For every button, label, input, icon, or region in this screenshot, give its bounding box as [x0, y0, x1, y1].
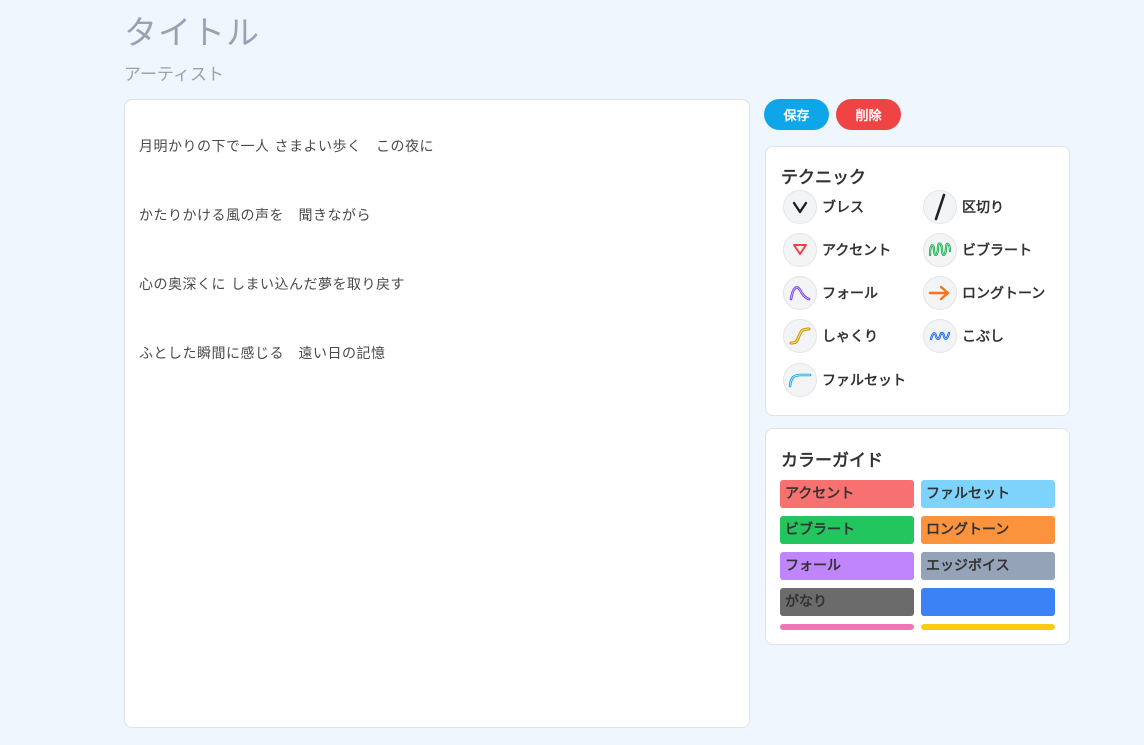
technique-label: ファルセット: [822, 373, 906, 389]
color-swatch: エッジボイス: [921, 552, 1055, 580]
falsetto-icon: [783, 363, 817, 397]
lyric-line[interactable]: かたりかける風の声を 聞きながら: [139, 205, 371, 225]
lyrics-editor[interactable]: 月明かりの下で一人 さまよい歩く この夜に かたりかける風の声を 聞きながら 心…: [124, 99, 750, 728]
technique-falsetto[interactable]: ファルセット: [783, 362, 906, 398]
technique-accent[interactable]: アクセント: [783, 232, 891, 268]
technique-label: ビブラート: [962, 243, 1032, 259]
technique-panel-title: テクニック: [781, 168, 866, 188]
save-button[interactable]: 保存: [764, 99, 829, 130]
color-swatch: ファルセット: [921, 480, 1055, 508]
kobushi-icon: [923, 319, 957, 353]
lyric-line[interactable]: 月明かりの下で一人 さまよい歩く この夜に: [139, 136, 434, 156]
technique-shakuri[interactable]: しゃくり: [783, 318, 878, 354]
color-guide-panel: カラーガイド アクセント ファルセット ビブラート ロングトーン フォール エッジボイスが…: [765, 428, 1070, 645]
technique-separator[interactable]: 区切り: [923, 189, 1004, 225]
song-title[interactable]: タイトル: [124, 6, 260, 54]
fall-icon: [783, 276, 817, 310]
color-swatch: [921, 588, 1055, 616]
technique-panel: テクニック ブレス 区切り アクセント ビブラート フォール ロングトーン しゃ…: [765, 146, 1070, 416]
breath-icon: [783, 190, 817, 224]
accent-icon: [783, 233, 817, 267]
vibrato-icon: [923, 233, 957, 267]
lyric-line[interactable]: 心の奥深くに しまい込んだ夢を取り戻す: [139, 274, 405, 294]
technique-label: 区切り: [962, 200, 1004, 216]
technique-label: しゃくり: [822, 329, 878, 345]
color-swatch: アクセント: [780, 480, 914, 508]
technique-breath[interactable]: ブレス: [783, 189, 864, 225]
shakuri-icon: [783, 319, 817, 353]
technique-label: こぶし: [962, 329, 1004, 345]
color-bar: [921, 624, 1055, 630]
color-guide-title: カラーガイド: [781, 451, 883, 471]
color-bar: [780, 624, 914, 630]
technique-label: アクセント: [822, 243, 892, 259]
color-swatch: フォール: [780, 552, 914, 580]
song-artist[interactable]: アーティスト: [124, 60, 224, 85]
color-swatch: がなり: [780, 588, 914, 616]
long-tone-icon: [923, 276, 957, 310]
separator-icon: [923, 190, 957, 224]
technique-fall[interactable]: フォール: [783, 275, 878, 311]
technique-long-tone[interactable]: ロングトーン: [923, 275, 1045, 311]
color-swatch: ロングトーン: [921, 516, 1055, 544]
color-swatch: ビブラート: [780, 516, 914, 544]
technique-label: ロングトーン: [962, 286, 1046, 302]
technique-vibrato[interactable]: ビブラート: [923, 232, 1032, 268]
technique-label: フォール: [822, 286, 878, 302]
delete-button[interactable]: 削除: [836, 99, 901, 130]
lyric-line[interactable]: ふとした瞬間に感じる 遠い日の記憶: [139, 343, 386, 363]
technique-kobushi[interactable]: こぶし: [923, 318, 1004, 354]
technique-label: ブレス: [822, 200, 864, 216]
